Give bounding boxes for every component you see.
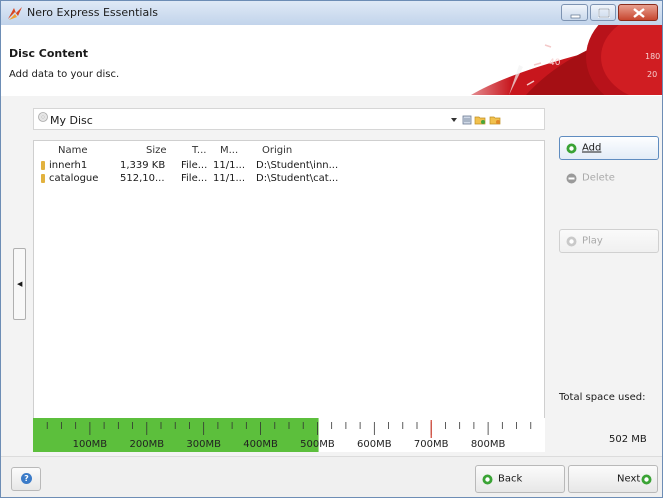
add-icon <box>566 143 577 154</box>
content-area: My Disc Name Size T... M... Origin inner… <box>1 96 662 456</box>
side-panel-toggle[interactable]: ◀ <box>13 248 26 320</box>
file-type: File... <box>181 160 208 171</box>
column-header-name[interactable]: Name <box>58 145 88 156</box>
page-title: Disc Content <box>9 47 89 60</box>
next-button-label: Next <box>617 473 641 485</box>
capacity-tick-label: 800MB <box>471 439 506 450</box>
disc-name-bar: My Disc <box>33 108 545 130</box>
minimize-button[interactable] <box>561 4 588 21</box>
dropdown-arrow-icon[interactable] <box>451 118 457 122</box>
file-size: 1,339 KB <box>120 160 166 171</box>
rename-folder-icon[interactable] <box>489 116 501 125</box>
file-modified: 11/1... <box>213 160 245 171</box>
capacity-bar: 100MB 200MB 300MB 400MB 500MB 600MB 700MB 800MB <box>33 418 545 452</box>
speedometer-banner-image: 40 180 20 <box>431 25 662 95</box>
file-origin: D:\Student\cat... <box>256 173 339 184</box>
close-button[interactable] <box>618 4 658 21</box>
capacity-tick-label: 500MB <box>300 439 335 450</box>
maximize-button[interactable] <box>590 4 616 21</box>
disc-icon <box>38 112 48 122</box>
chevron-left-icon: ◀ <box>17 280 23 288</box>
file-icon <box>41 174 45 183</box>
new-folder-icon[interactable] <box>474 116 486 125</box>
nero-logo-icon <box>8 7 22 20</box>
app-window: Nero Express Essentials Disc Content Add… <box>0 0 663 498</box>
window-title: Nero Express Essentials <box>27 6 159 19</box>
delete-button[interactable]: Delete <box>559 166 659 190</box>
back-arrow-icon <box>482 474 493 485</box>
minimize-icon <box>570 14 581 19</box>
file-modified: 11/1... <box>213 173 245 184</box>
column-header-origin[interactable]: Origin <box>262 145 292 156</box>
disc-toolbar <box>451 115 501 125</box>
column-header-modified[interactable]: M... <box>220 145 238 156</box>
help-button[interactable]: ? <box>11 467 41 491</box>
total-space-value: 502 MB <box>609 434 647 445</box>
column-header-type[interactable]: T... <box>192 145 206 156</box>
close-icon <box>633 8 645 18</box>
disc-properties-icon[interactable] <box>462 115 472 125</box>
back-button[interactable]: Back <box>475 465 565 493</box>
file-size: 512,10... <box>120 173 165 184</box>
wizard-header: Disc Content Add data to your disc. 40 1… <box>1 25 662 95</box>
file-type: File... <box>181 173 208 184</box>
capacity-tick-label: 100MB <box>73 439 108 450</box>
add-button-label: Add <box>582 142 602 154</box>
file-name: innerh1 <box>49 160 88 171</box>
next-arrow-icon <box>641 474 652 485</box>
play-button[interactable]: Play <box>559 229 659 253</box>
delete-icon <box>566 173 577 184</box>
file-name: catalogue <box>49 173 99 184</box>
help-icon: ? <box>21 473 32 484</box>
back-button-label: Back <box>498 473 523 485</box>
play-icon <box>566 236 577 247</box>
file-origin: D:\Student\inn... <box>256 160 339 171</box>
capacity-tick-label: 600MB <box>357 439 392 450</box>
page-subtitle: Add data to your disc. <box>9 69 120 80</box>
capacity-tick-label: 200MB <box>129 439 164 450</box>
total-space-label: Total space used: <box>559 392 646 403</box>
play-button-label: Play <box>582 235 603 247</box>
delete-button-label: Delete <box>582 172 615 184</box>
disc-name-field[interactable]: My Disc <box>50 114 93 127</box>
add-button[interactable]: Add <box>559 136 659 160</box>
capacity-tick-label: 400MB <box>243 439 278 450</box>
file-icon <box>41 161 45 170</box>
file-list[interactable]: Name Size T... M... Origin innerh1 1,339… <box>33 140 545 420</box>
maximize-icon <box>598 8 610 18</box>
column-header-size[interactable]: Size <box>146 145 167 156</box>
title-bar: Nero Express Essentials <box>1 1 662 25</box>
next-button[interactable]: Next <box>568 465 658 493</box>
capacity-tick-label: 700MB <box>414 439 449 450</box>
capacity-tick-label: 300MB <box>186 439 221 450</box>
wizard-footer: ? Back Next <box>1 456 662 497</box>
